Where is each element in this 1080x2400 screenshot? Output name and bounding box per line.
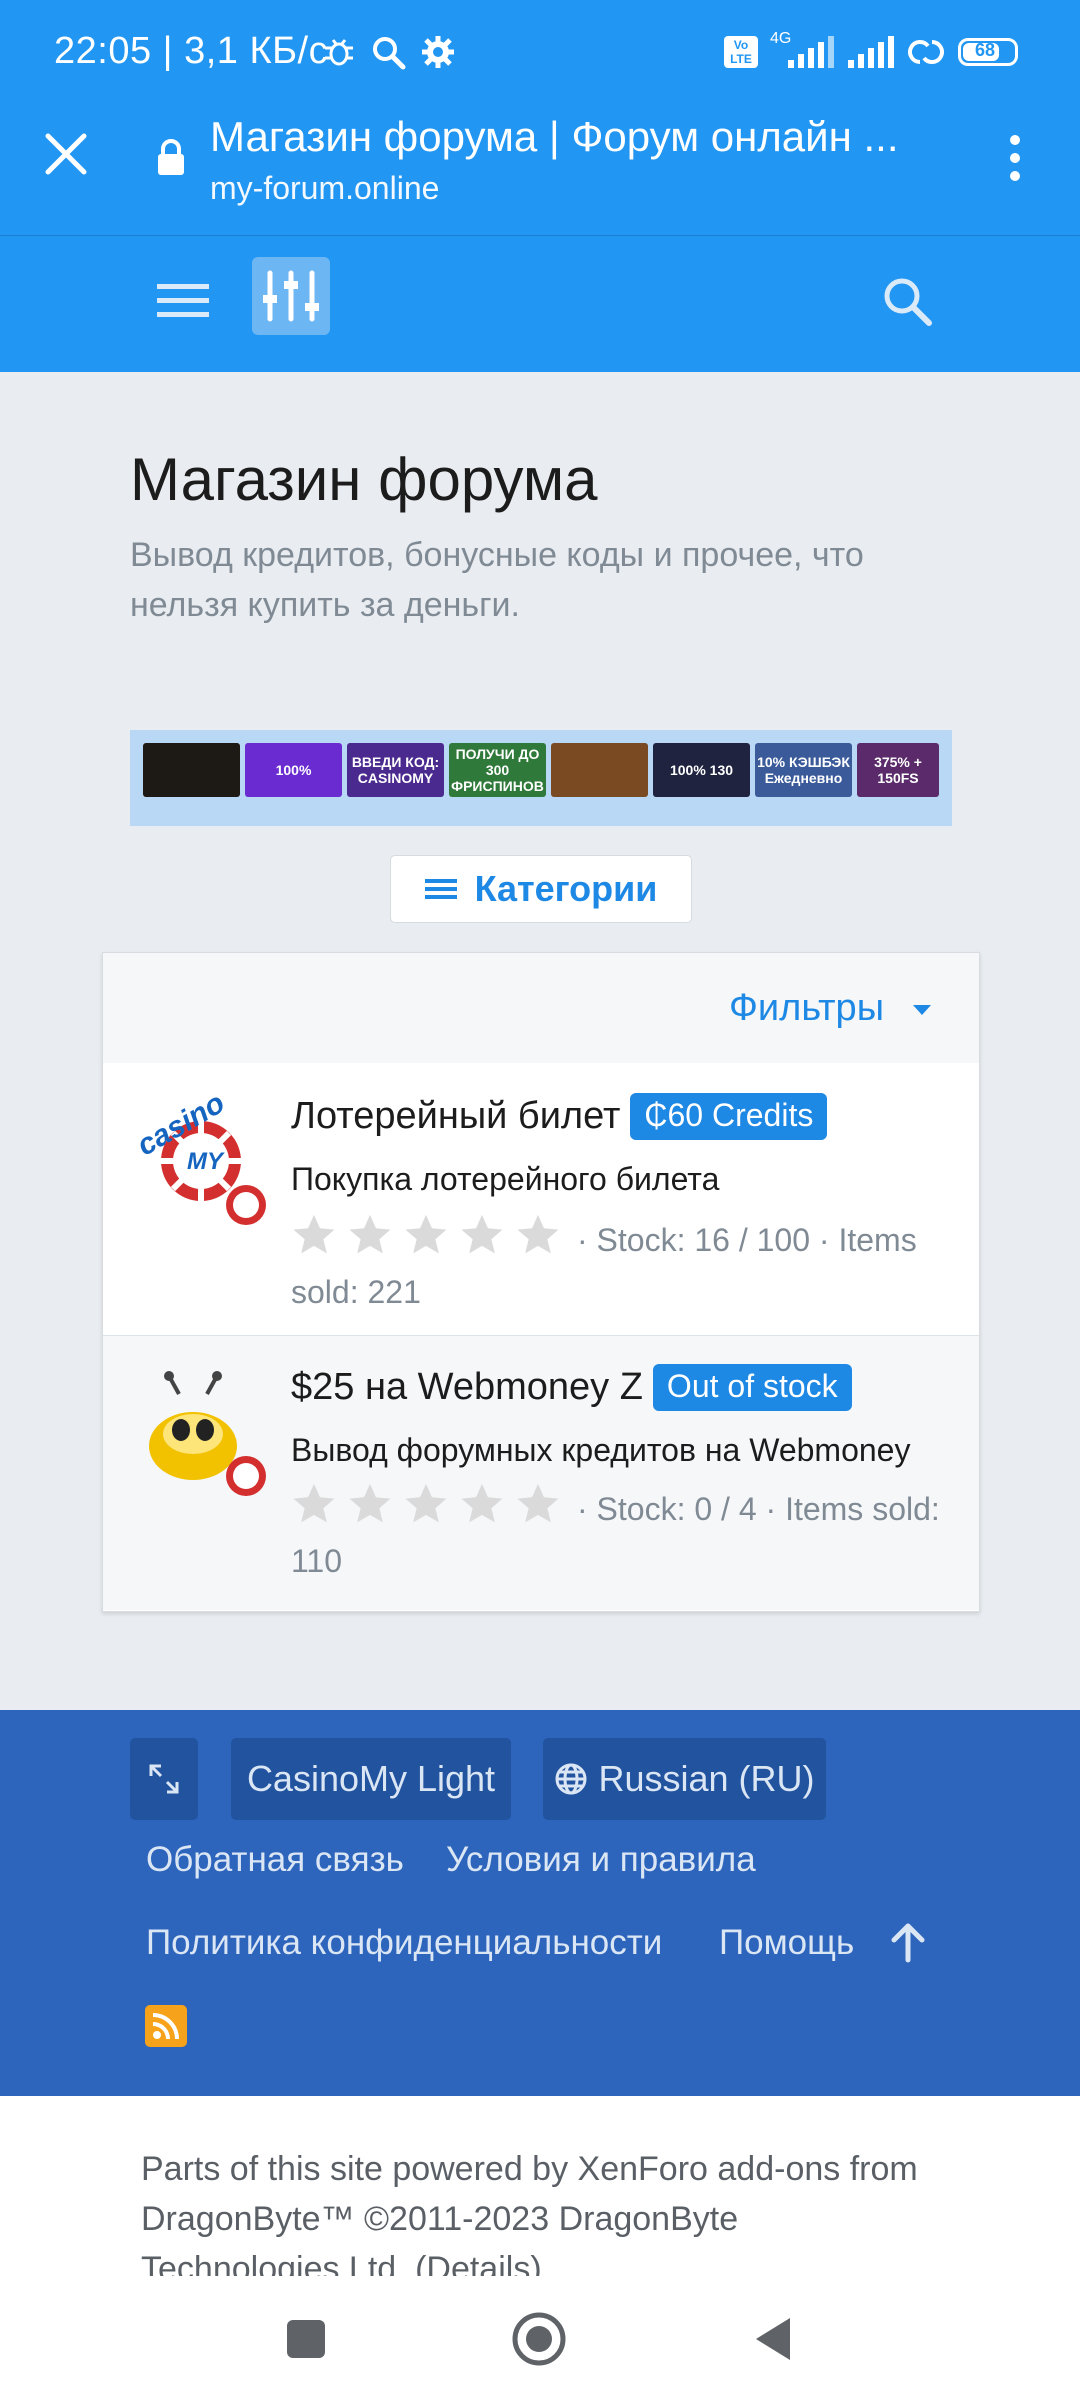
more-options-icon[interactable] <box>1000 132 1030 184</box>
filters-dropdown[interactable]: Фильтры <box>729 987 884 1030</box>
svg-text:MY: MY <box>187 1148 225 1175</box>
banner-tile-1[interactable] <box>143 743 240 797</box>
footer-link-help[interactable]: Помощь <box>719 1923 854 1963</box>
categories-label: Категории <box>474 868 658 909</box>
fullscreen-button[interactable] <box>130 1738 198 1820</box>
url-bar[interactable]: Магазин форума | Форум онлайн ... my-for… <box>0 106 1080 235</box>
star-icon[interactable] <box>403 1482 449 1526</box>
footer-link-feedback[interactable]: Обратная связь <box>146 1840 404 1880</box>
close-icon[interactable] <box>40 128 92 180</box>
categories-button[interactable]: Категории <box>390 855 692 923</box>
style-chooser[interactable]: CasinoMy Light <box>231 1738 511 1820</box>
item-title-text[interactable]: $25 на Webmoney Z <box>291 1366 643 1408</box>
home-button[interactable] <box>510 2310 568 2368</box>
site-footer: CasinoMy Light Russian (RU) Обратная свя… <box>0 1710 1080 2096</box>
item-title[interactable]: $25 на Webmoney Z Out of stock <box>291 1364 852 1411</box>
ad-banner[interactable]: 100% ВВЕДИ КОД: CASINOMY ПОЛУЧИ ДО 300 Ф… <box>130 730 952 826</box>
webmoney-bee-logo <box>149 1371 266 1496</box>
signal-icon-2 <box>848 36 894 68</box>
banner-tile-5[interactable] <box>551 743 648 797</box>
rss-button[interactable] <box>145 2005 187 2047</box>
language-label: Russian (RU) <box>598 1758 815 1799</box>
recents-button[interactable] <box>287 2320 325 2358</box>
back-button[interactable] <box>752 2314 794 2364</box>
item-description: Покупка лотерейного билета <box>291 1161 720 1197</box>
rss-icon <box>152 2013 179 2040</box>
browser-page-title: Магазин форума | Форум онлайн ... <box>210 113 899 160</box>
rating-stars[interactable] <box>291 1482 571 1538</box>
gear-icon <box>422 36 454 68</box>
system-nav-bar <box>0 2276 1080 2400</box>
stock-badge: Out of stock <box>652 1364 852 1411</box>
rating-stars[interactable] <box>291 1213 571 1269</box>
banner-tile-8[interactable]: 375% + 150FS <box>857 743 939 797</box>
sliders-icon <box>263 270 319 322</box>
star-icon[interactable] <box>459 1213 505 1257</box>
browser-chrome: 22:05 | 3,1 КБ/с Vo LTE 4G 68 Магазин фо… <box>0 0 1080 235</box>
battery-icon: 68 <box>958 38 1018 66</box>
banner-tile-3[interactable]: ВВЕДИ КОД: CASINOMY <box>347 743 444 797</box>
casino-my-logo: MY casino <box>131 1093 266 1225</box>
search-icon[interactable] <box>880 274 936 330</box>
page-description: Вывод кредитов, бонусные коды и прочее, … <box>130 536 864 624</box>
star-icon[interactable] <box>347 1213 393 1257</box>
star-icon[interactable] <box>347 1482 393 1526</box>
status-bar: 22:05 | 3,1 КБ/с Vo LTE 4G 68 <box>0 0 1080 106</box>
lock-icon <box>158 139 184 175</box>
price-badge: ₵60 Credits <box>630 1093 828 1140</box>
item-title[interactable]: Лотерейный билет ₵60 Credits <box>291 1093 828 1140</box>
scroll-top-icon[interactable] <box>888 1920 928 1964</box>
star-icon[interactable] <box>515 1213 561 1257</box>
battery-level: 68 <box>975 40 996 60</box>
url-text[interactable]: my-forum.online <box>210 170 439 207</box>
globe-icon <box>555 1763 587 1795</box>
star-icon[interactable] <box>515 1482 561 1526</box>
footer-link-terms[interactable]: Условия и правила <box>446 1840 756 1880</box>
items-list: Фильтры MY casino Лотерейный билет ₵60 Cr… <box>102 952 980 1612</box>
bug-icon <box>325 39 353 66</box>
star-icon[interactable] <box>291 1482 337 1526</box>
copyright-text: Parts of this site powered by XenForo ad… <box>141 2150 918 2276</box>
language-chooser[interactable]: Russian (RU) <box>543 1738 826 1820</box>
star-icon[interactable] <box>291 1213 337 1257</box>
status-time-speed: 22:05 | 3,1 КБ/с <box>54 30 329 72</box>
banner-tile-6[interactable]: 100% 130 <box>653 743 750 797</box>
list-icon <box>424 879 457 899</box>
item-description: Вывод форумных кредитов на Webmoney <box>291 1432 911 1468</box>
list-item[interactable]: $25 на Webmoney Z Out of stock Вывод фору… <box>103 1336 979 1610</box>
filter-bar: Фильтры <box>103 953 979 1064</box>
caret-down-icon <box>913 1005 931 1015</box>
footer-link-privacy[interactable]: Политика конфиденциальности <box>146 1923 662 1963</box>
volte-icon: Vo LTE <box>724 36 758 68</box>
banner-tile-4[interactable]: ПОЛУЧИ ДО 300 ФРИСПИНОВ <box>449 743 546 797</box>
page-title: Магазин форума <box>130 446 598 513</box>
link-sync-icon <box>908 40 944 64</box>
copyright-section: Parts of this site powered by XenForo ad… <box>0 2096 1080 2276</box>
item-title-text[interactable]: Лотерейный билет <box>291 1095 620 1137</box>
menu-icon[interactable] <box>155 278 211 324</box>
filter-settings-button[interactable] <box>252 257 330 335</box>
style-label: CasinoMy Light <box>246 1758 496 1799</box>
banner-tile-7[interactable]: 10% КЭШБЭК Ежедневно <box>755 743 852 797</box>
signal-icon <box>788 36 834 68</box>
star-icon[interactable] <box>459 1482 505 1526</box>
list-item[interactable]: MY casino Лотерейный билет ₵60 Credits По… <box>103 1063 979 1336</box>
item-meta: · Stock: 0 / 4 · Items sold: 110 <box>291 1482 941 1584</box>
search-icon <box>373 37 406 70</box>
item-meta: · Stock: 16 / 100 · Items sold: 221 <box>291 1213 941 1315</box>
star-icon[interactable] <box>403 1213 449 1257</box>
expand-icon <box>149 1764 179 1794</box>
banner-tile-2[interactable]: 100% <box>245 743 342 797</box>
